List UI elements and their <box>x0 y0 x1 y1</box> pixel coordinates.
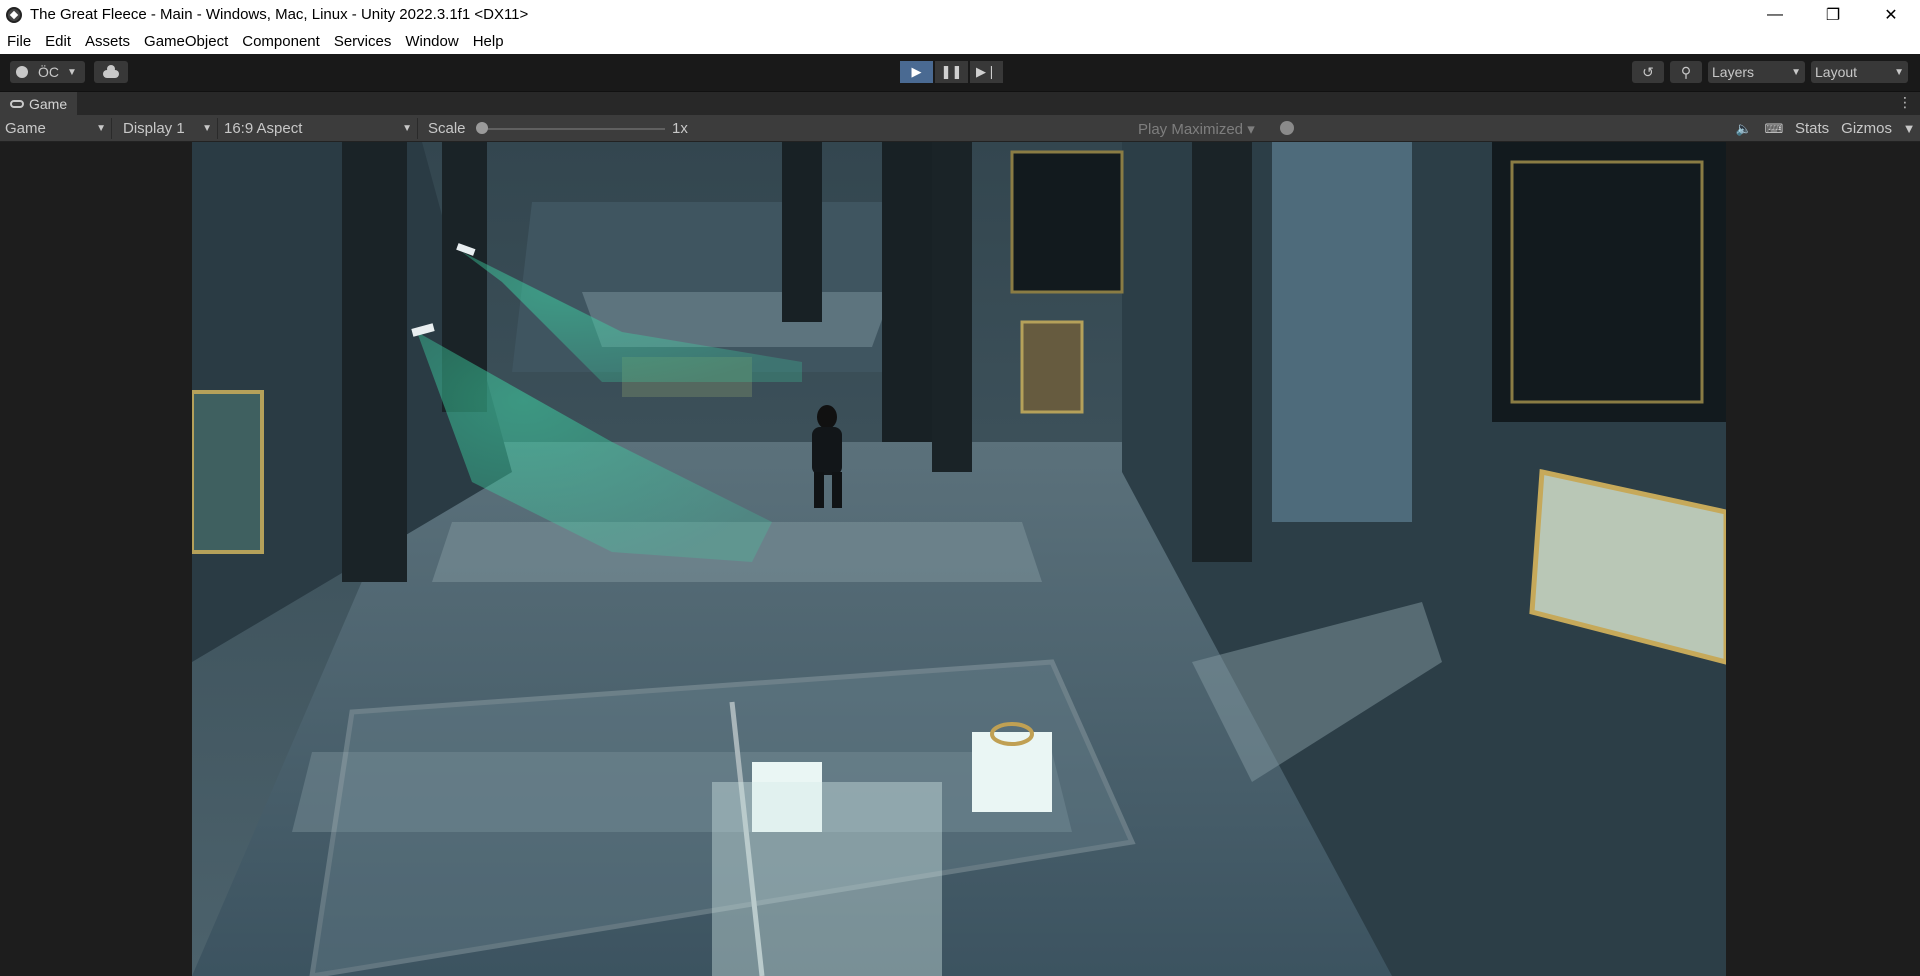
tab-game[interactable]: Game <box>0 92 78 116</box>
play-button[interactable]: ▶ <box>900 61 933 83</box>
aspect-dropdown[interactable]: 16:9 Aspect ▼ <box>219 118 418 139</box>
scale-slider-track[interactable] <box>480 128 665 130</box>
step-button[interactable]: ▶❘ <box>970 61 1003 83</box>
window-controls: — ❐ ✕ <box>1746 0 1920 29</box>
pause-button[interactable]: ❚❚ <box>935 61 968 83</box>
gamepad-icon <box>10 100 24 108</box>
stats-button[interactable]: Stats <box>1789 120 1835 137</box>
playmode-controls: ▶ ❚❚ ▶❘ <box>900 61 1003 83</box>
keyboard-icon: ⌨ <box>1764 120 1784 136</box>
close-button[interactable]: ✕ <box>1862 0 1920 29</box>
search-button[interactable]: ⚲ <box>1670 61 1702 83</box>
menu-edit[interactable]: Edit <box>38 33 78 50</box>
speaker-icon: 🔈 <box>1735 120 1753 136</box>
layout-label: Layout <box>1815 64 1858 80</box>
tab-game-label: Game <box>29 96 68 112</box>
menu-gameobject[interactable]: GameObject <box>137 33 235 50</box>
view-mode-dropdown[interactable]: Game ▼ <box>0 118 112 139</box>
panel-menu-icon[interactable]: ⋮ <box>1898 94 1912 111</box>
chevron-down-icon: ▼ <box>1894 66 1904 78</box>
account-dropdown[interactable]: ÖC ▼ <box>10 61 85 83</box>
toolbar-right: ↺ ⚲ Layers ▼ Layout ▼ <box>1632 61 1908 83</box>
pause-icon: ❚❚ <box>940 64 963 79</box>
scale-slider-handle[interactable] <box>476 122 488 134</box>
main-toolbar: ÖC ▼ ▶ ❚❚ ▶❘ ↺ ⚲ Layers ▼ Layout ▼ <box>0 54 1920 91</box>
scale-value: 1x <box>672 120 688 137</box>
view-mode-label: Game <box>5 120 46 137</box>
chevron-down-icon: ▼ <box>96 123 106 134</box>
menu-assets[interactable]: Assets <box>78 33 137 50</box>
search-icon: ⚲ <box>1680 63 1692 80</box>
play-mode-label: Play Maximized <box>1138 121 1244 138</box>
game-view-toolbar: Game ▼ Display 1 ▼ 16:9 Aspect ▼ Scale 1… <box>0 115 1920 142</box>
bug-icon[interactable] <box>1280 121 1294 135</box>
cloud-icon <box>103 65 119 78</box>
aspect-label: 16:9 Aspect <box>224 120 303 137</box>
chevron-down-icon: ▼ <box>1791 66 1801 78</box>
menu-component[interactable]: Component <box>235 33 327 50</box>
unity-logo-icon <box>6 6 22 23</box>
chevron-down-icon[interactable]: ▼ <box>1898 118 1920 139</box>
game-tab-bar: Game ⋮ <box>0 91 1920 116</box>
gizmos-button[interactable]: Gizmos <box>1835 120 1898 137</box>
menu-help[interactable]: Help <box>466 33 511 50</box>
step-icon: ▶❘ <box>976 64 997 79</box>
history-icon: ↺ <box>1642 63 1654 80</box>
layers-dropdown[interactable]: Layers ▼ <box>1708 61 1805 83</box>
layout-dropdown[interactable]: Layout ▼ <box>1811 61 1908 83</box>
cloud-button[interactable] <box>94 61 128 83</box>
user-icon <box>16 66 28 78</box>
window-titlebar: The Great Fleece - Main - Windows, Mac, … <box>0 0 1920 29</box>
layers-label: Layers <box>1712 64 1755 80</box>
window-title: The Great Fleece - Main - Windows, Mac, … <box>30 6 529 23</box>
play-maximized-dropdown[interactable]: Play Maximized ▾ <box>1138 120 1255 138</box>
minimize-button[interactable]: — <box>1746 0 1804 29</box>
play-icon: ▶ <box>911 64 922 79</box>
game-toolbar-right: 🔈 ⌨ Stats Gizmos ▼ <box>1729 118 1920 139</box>
menu-window[interactable]: Window <box>398 33 465 50</box>
game-scene-render <box>192 142 1726 976</box>
museum-scene-image <box>192 142 1726 976</box>
menu-bar: File Edit Assets GameObject Component Se… <box>0 29 1920 54</box>
undo-history-button[interactable]: ↺ <box>1632 61 1664 83</box>
chevron-down-icon: ▼ <box>402 123 412 134</box>
game-viewport[interactable] <box>0 142 1920 976</box>
account-label: ÖC <box>38 64 59 80</box>
display-dropdown[interactable]: Display 1 ▼ <box>118 118 218 139</box>
menu-file[interactable]: File <box>0 33 38 50</box>
menu-services[interactable]: Services <box>327 33 399 50</box>
maximize-button[interactable]: ❐ <box>1804 0 1862 29</box>
chevron-down-icon: ▼ <box>202 123 212 134</box>
keyboard-shortcuts-button[interactable]: ⌨ <box>1759 118 1789 139</box>
chevron-down-icon: ▼ <box>67 66 77 78</box>
scale-label: Scale <box>428 120 466 137</box>
mute-audio-button[interactable]: 🔈 <box>1729 118 1759 139</box>
display-label: Display 1 <box>123 120 185 137</box>
